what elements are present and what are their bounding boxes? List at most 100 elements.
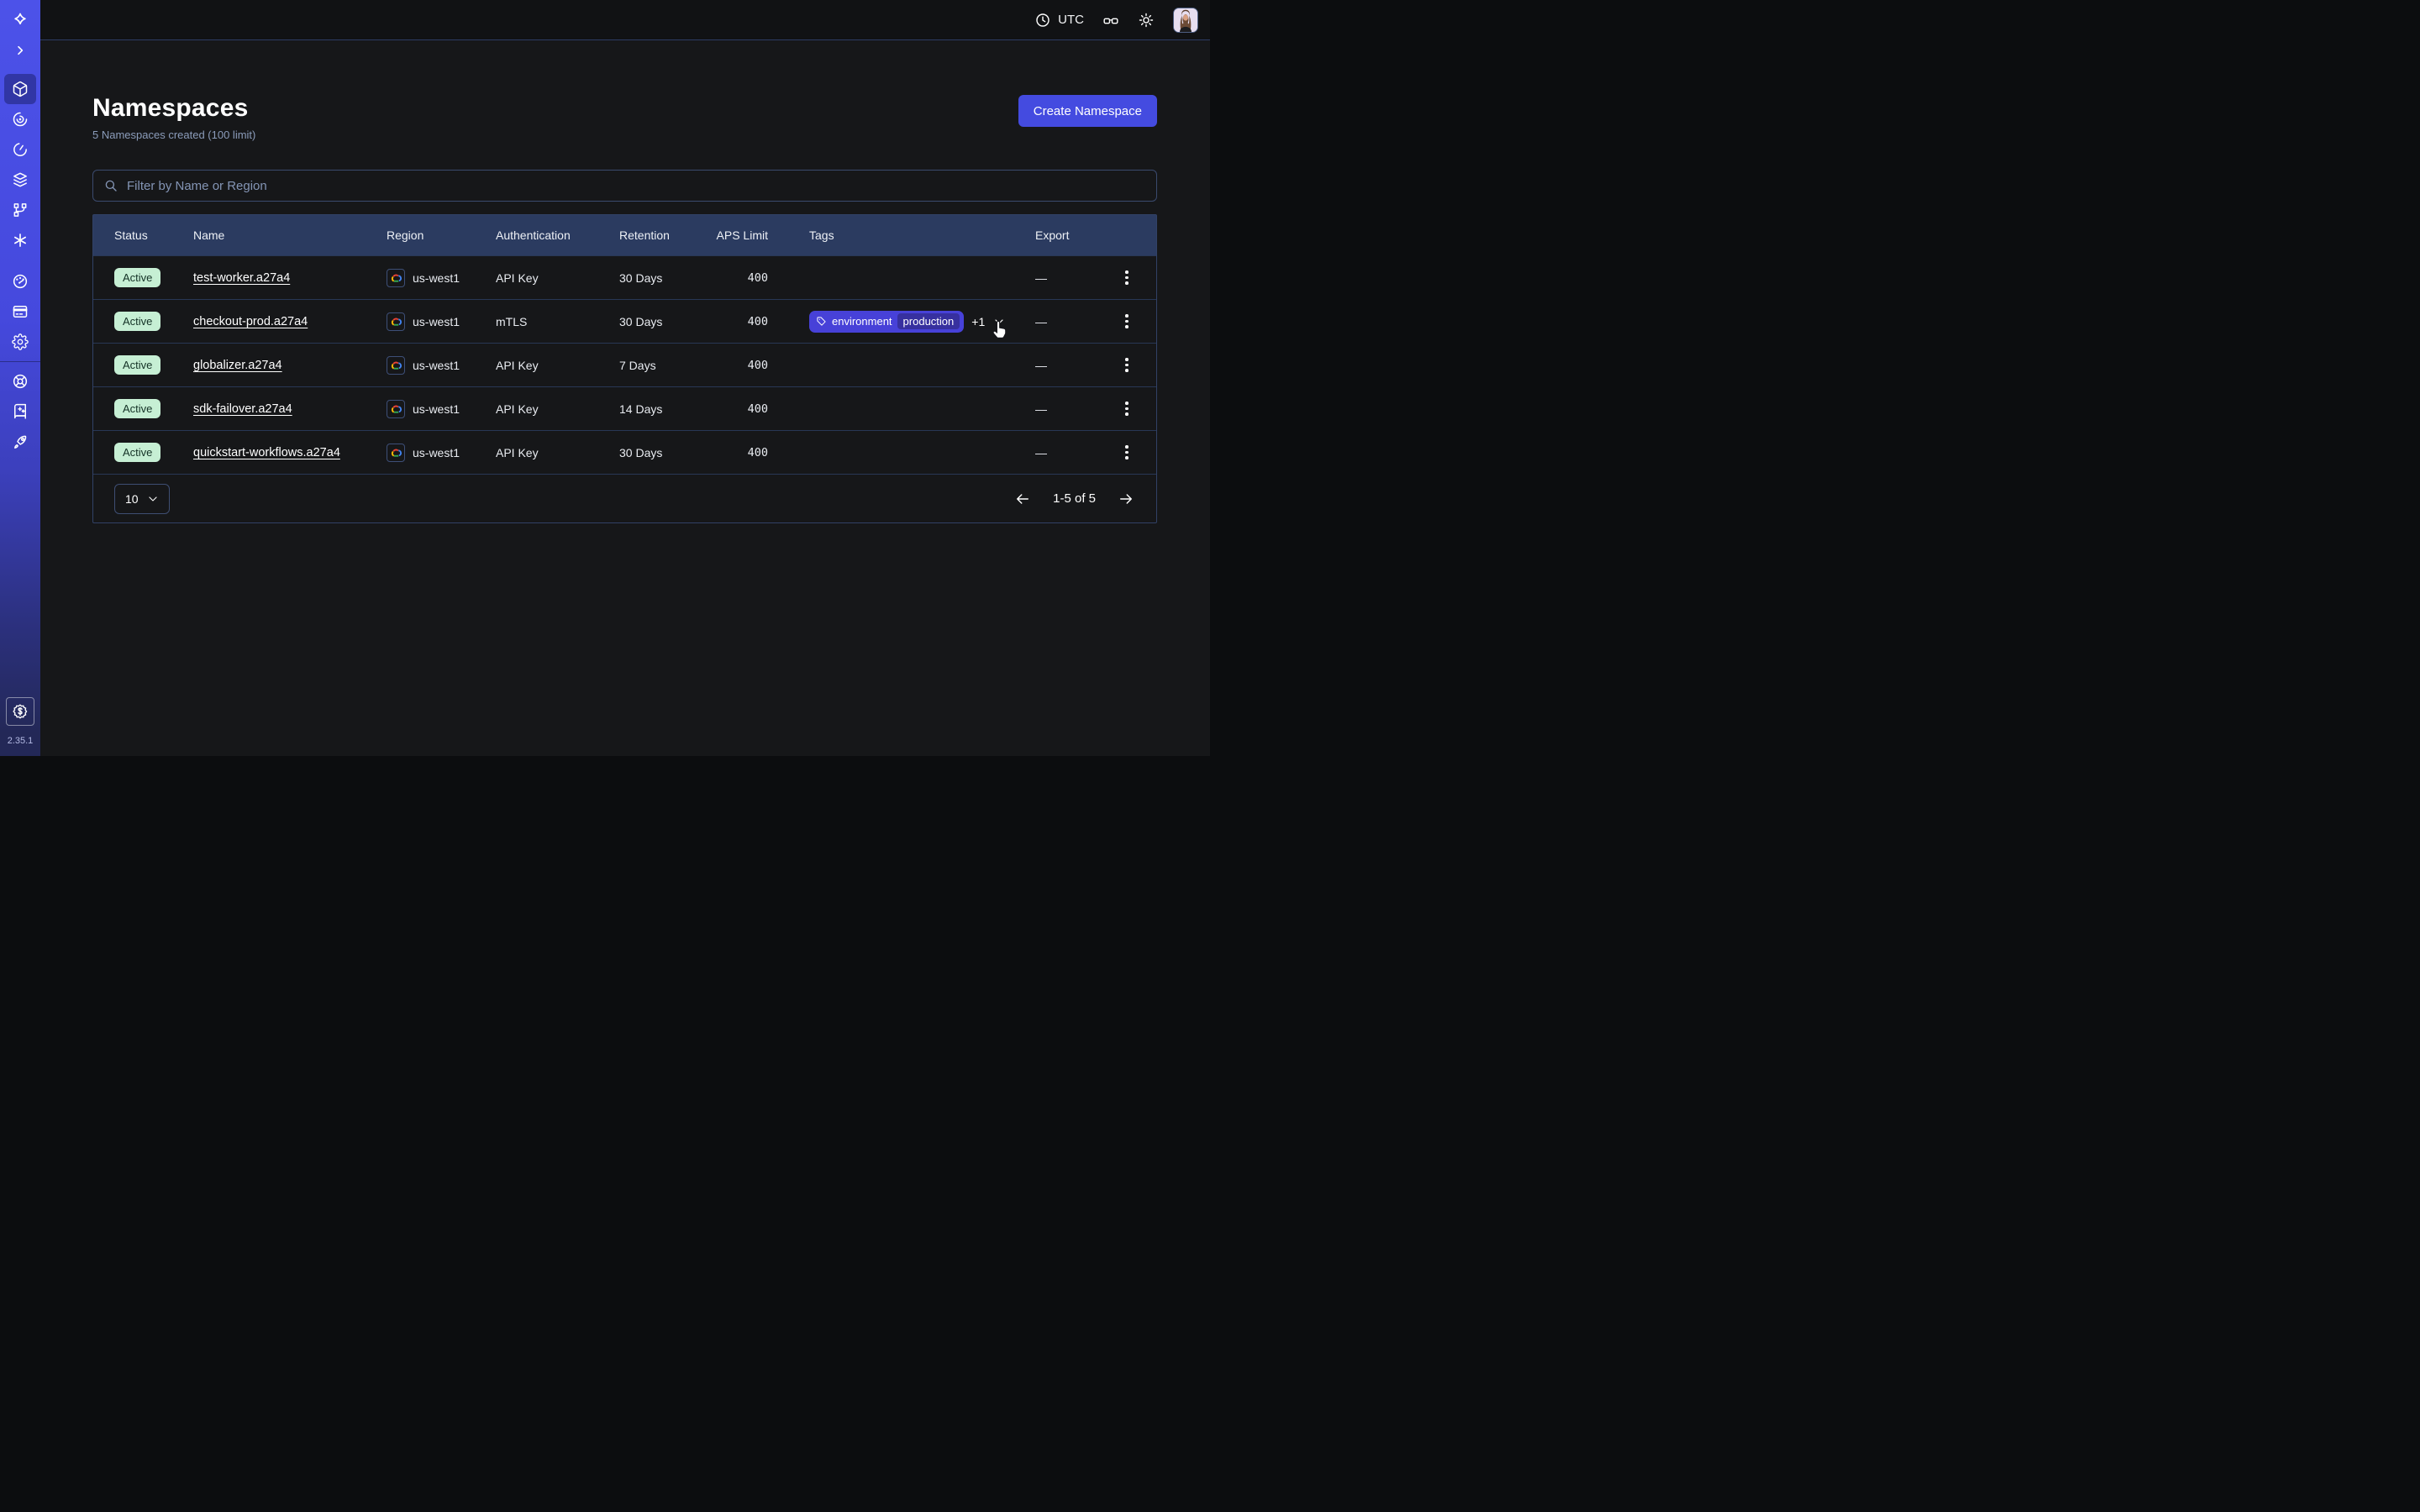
table-row: Active test-worker.a27a4 us-west1 <box>93 255 1156 299</box>
search-icon <box>103 178 118 193</box>
export-value: — <box>1035 271 1097 285</box>
user-avatar[interactable] <box>1173 8 1198 33</box>
export-value: — <box>1035 315 1097 328</box>
page-title: Namespaces <box>92 94 255 123</box>
column-header-tags: Tags <box>809 228 1035 242</box>
retention-label: 30 Days <box>619 271 695 285</box>
table-header-row: Status Name Region Authentication Retent… <box>93 215 1156 255</box>
sidebar-item-namespaces[interactable] <box>0 74 40 104</box>
region-label: us-west1 <box>413 402 460 416</box>
glasses-icon <box>1102 12 1119 29</box>
table-body: Active test-worker.a27a4 us-west1 <box>93 255 1156 474</box>
arrow-left-icon <box>1014 491 1031 507</box>
auth-label: API Key <box>496 402 619 416</box>
filter-input[interactable] <box>92 170 1157 202</box>
auth-label: mTLS <box>496 315 619 328</box>
google-cloud-icon <box>390 360 402 370</box>
sidebar-item-batch[interactable] <box>0 225 40 255</box>
row-actions-menu-button[interactable] <box>1117 309 1137 333</box>
app-window: 2.35.1 UTC <box>0 0 1210 756</box>
prev-page-button[interactable] <box>1014 491 1031 507</box>
tags-cell: environment production +1 <box>809 311 1035 333</box>
sidebar-item-workflows[interactable] <box>0 104 40 134</box>
sidebar-logo[interactable] <box>0 5 40 35</box>
sidebar-item-settings[interactable] <box>0 327 40 357</box>
page-header: Namespaces 5 Namespaces created (100 lim… <box>92 94 1157 141</box>
tag-pill[interactable]: environment production <box>809 311 964 333</box>
avatar-photo <box>1174 8 1197 32</box>
namespaces-table: Status Name Region Authentication Retent… <box>92 214 1157 523</box>
column-header-name: Name <box>193 228 387 242</box>
tags-more-count: +1 <box>971 315 985 328</box>
export-value: — <box>1035 446 1097 459</box>
table-row: Active sdk-failover.a27a4 us-west1 <box>93 386 1156 430</box>
column-header-export: Export <box>1035 228 1097 242</box>
row-actions-menu-button[interactable] <box>1117 440 1137 465</box>
sun-icon <box>1138 12 1155 29</box>
aps-limit-value: 400 <box>695 446 809 459</box>
chevron-right-icon <box>13 44 27 57</box>
next-page-button[interactable] <box>1118 491 1134 507</box>
branch-icon <box>12 202 29 218</box>
region-label: us-west1 <box>413 359 460 372</box>
swirl-icon <box>12 111 29 128</box>
google-cloud-icon <box>390 448 402 458</box>
theme-toggle-button[interactable] <box>1138 12 1155 29</box>
chevron-down-icon <box>147 493 159 505</box>
gcp-provider-badge <box>387 312 405 331</box>
data-encoder-button[interactable] <box>1102 12 1119 29</box>
google-cloud-icon <box>390 273 402 283</box>
badge-dollar-icon <box>12 703 29 720</box>
export-value: — <box>1035 359 1097 372</box>
row-actions-menu-button[interactable] <box>1117 265 1137 290</box>
page-size-select[interactable]: 10 <box>114 484 170 514</box>
auth-label: API Key <box>496 359 619 372</box>
pagination-range: 1-5 of 5 <box>1053 491 1096 506</box>
book-sparkle-icon <box>12 403 29 420</box>
sidebar-item-docs[interactable] <box>0 396 40 427</box>
sidebar-item-getting-started[interactable] <box>0 427 40 457</box>
sidebar-item-usage[interactable] <box>0 266 40 297</box>
timezone-button[interactable]: UTC <box>1034 12 1084 29</box>
column-header-retention: Retention <box>619 228 695 242</box>
sidebar-item-deployments[interactable] <box>0 165 40 195</box>
column-header-status: Status <box>114 228 193 242</box>
sidebar: 2.35.1 <box>0 0 40 756</box>
topbar: UTC <box>40 0 1210 40</box>
temporal-logo-icon <box>12 12 29 29</box>
aps-limit-value: 400 <box>695 402 809 416</box>
gcp-provider-badge <box>387 356 405 375</box>
namespace-link[interactable]: test-worker.a27a4 <box>193 271 290 285</box>
namespace-link[interactable]: quickstart-workflows.a27a4 <box>193 446 340 459</box>
create-namespace-button[interactable]: Create Namespace <box>1018 95 1157 127</box>
tag-icon <box>816 316 827 327</box>
sidebar-item-support[interactable] <box>0 366 40 396</box>
main-content: Namespaces 5 Namespaces created (100 lim… <box>92 40 1157 523</box>
google-cloud-icon <box>390 317 402 327</box>
retention-label: 14 Days <box>619 402 695 416</box>
sidebar-expand-button[interactable] <box>0 35 40 66</box>
invoice-card-icon <box>12 303 29 320</box>
clock-icon <box>1034 12 1051 29</box>
tags-expand-button[interactable] <box>992 315 1006 328</box>
namespace-link[interactable]: checkout-prod.a27a4 <box>193 315 308 328</box>
tag-key: environment <box>832 315 892 328</box>
sidebar-item-billing[interactable] <box>0 297 40 327</box>
gcp-provider-badge <box>387 269 405 287</box>
row-actions-menu-button[interactable] <box>1117 396 1137 421</box>
gcp-provider-badge <box>387 400 405 418</box>
table-row: Active globalizer.a27a4 us-west1 <box>93 343 1156 386</box>
sidebar-item-nexus[interactable] <box>0 195 40 225</box>
row-actions-menu-button[interactable] <box>1117 353 1137 377</box>
table-footer: 10 1-5 of 5 <box>93 474 1156 522</box>
chevron-down-icon <box>992 315 1006 328</box>
column-header-auth: Authentication <box>496 228 619 242</box>
retention-label: 30 Days <box>619 446 695 459</box>
status-badge: Active <box>114 268 160 287</box>
sidebar-item-schedules[interactable] <box>0 134 40 165</box>
version-label: 2.35.1 <box>8 736 34 746</box>
namespace-link[interactable]: sdk-failover.a27a4 <box>193 402 292 416</box>
namespace-link[interactable]: globalizer.a27a4 <box>193 359 282 372</box>
credits-button[interactable] <box>6 697 34 726</box>
gear-icon <box>12 333 29 350</box>
